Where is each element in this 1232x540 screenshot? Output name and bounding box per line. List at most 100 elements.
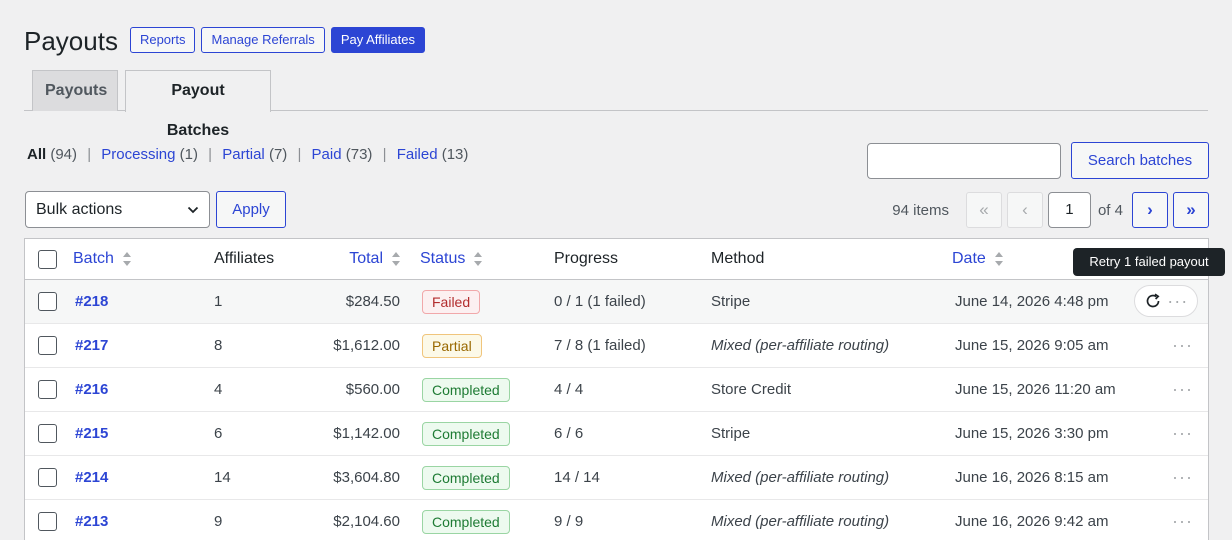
affiliates-cell: 8 bbox=[214, 337, 223, 354]
status-badge: Completed bbox=[422, 421, 510, 446]
retry-icon[interactable] bbox=[1144, 292, 1162, 310]
more-actions-icon[interactable]: ··· bbox=[1167, 291, 1188, 312]
filter-failed[interactable]: Failed bbox=[397, 146, 438, 163]
sort-icon bbox=[392, 252, 400, 266]
more-actions-icon[interactable]: ··· bbox=[1172, 335, 1193, 356]
pagination: 94 items « ‹ 1 of 4 › » bbox=[892, 192, 1209, 228]
first-page-button[interactable]: « bbox=[965, 192, 1002, 228]
table-row[interactable]: #216 4 $560.00 Completed 4 / 4 Store Cre… bbox=[25, 368, 1208, 412]
batch-link[interactable]: #217 bbox=[75, 337, 108, 354]
sort-icon bbox=[474, 252, 483, 266]
items-count: 94 items bbox=[892, 201, 949, 219]
progress-cell: 6 / 6 bbox=[554, 425, 584, 442]
last-page-button[interactable]: » bbox=[1173, 192, 1209, 228]
pay-affiliates-button[interactable]: Pay Affiliates bbox=[330, 26, 426, 53]
affiliates-cell: 4 bbox=[214, 381, 223, 398]
filter-all[interactable]: All bbox=[27, 146, 46, 163]
status-badge: Completed bbox=[422, 465, 510, 490]
affiliates-cell: 6 bbox=[214, 425, 223, 442]
row-checkbox[interactable] bbox=[38, 468, 57, 487]
affiliates-cell: 1 bbox=[214, 293, 223, 310]
method-cell: Mixed (per-affiliate routing) bbox=[711, 513, 890, 530]
column-status[interactable]: Status bbox=[420, 239, 483, 279]
date-cell: June 16, 2026 9:42 am bbox=[955, 513, 1109, 530]
progress-cell: 7 / 8 (1 failed) bbox=[554, 337, 646, 354]
method-cell: Store Credit bbox=[711, 381, 792, 398]
next-page-button[interactable]: › bbox=[1132, 192, 1168, 228]
filter-partial-count: (7) bbox=[268, 146, 288, 163]
batch-link[interactable]: #214 bbox=[75, 469, 108, 486]
table-header: Batch Affiliates Total Status Progress M… bbox=[25, 239, 1208, 280]
total-cell: $3,604.80 bbox=[333, 469, 400, 486]
total-pages: of 4 bbox=[1097, 201, 1123, 219]
filter-paid[interactable]: Paid bbox=[312, 146, 342, 163]
column-date[interactable]: Date bbox=[952, 239, 1004, 279]
more-actions-icon[interactable]: ··· bbox=[1172, 423, 1193, 444]
tab-payouts[interactable]: Payouts bbox=[32, 70, 118, 111]
method-cell: Mixed (per-affiliate routing) bbox=[711, 469, 890, 486]
search-input[interactable] bbox=[867, 143, 1061, 179]
filter-all-count: (94) bbox=[50, 146, 78, 163]
more-actions-icon[interactable]: ··· bbox=[1172, 379, 1193, 400]
column-total[interactable]: Total bbox=[325, 239, 401, 279]
status-badge: Partial bbox=[422, 333, 482, 358]
method-cell: Stripe bbox=[711, 293, 751, 310]
batch-link[interactable]: #218 bbox=[75, 293, 108, 310]
date-cell: June 16, 2026 8:15 am bbox=[955, 469, 1109, 486]
more-actions-icon[interactable]: ··· bbox=[1172, 467, 1193, 488]
table-row[interactable]: #215 6 $1,142.00 Completed 6 / 6 Stripe … bbox=[25, 412, 1208, 456]
apply-button[interactable]: Apply bbox=[216, 191, 286, 228]
row-checkbox[interactable] bbox=[38, 336, 57, 355]
filter-failed-count: (13) bbox=[441, 146, 469, 163]
batch-link[interactable]: #216 bbox=[75, 381, 108, 398]
row-checkbox[interactable] bbox=[38, 380, 57, 399]
sort-icon bbox=[122, 252, 131, 266]
prev-page-button[interactable]: ‹ bbox=[1006, 192, 1043, 228]
table-row[interactable]: #213 9 $2,104.60 Completed 9 / 9 Mixed (… bbox=[25, 500, 1208, 540]
current-page-input[interactable]: 1 bbox=[1047, 192, 1091, 228]
affiliates-cell: 14 bbox=[214, 469, 231, 486]
batch-link[interactable]: #215 bbox=[75, 425, 108, 442]
status-badge: Completed bbox=[422, 509, 510, 534]
retry-tooltip: Retry 1 failed payout bbox=[1073, 248, 1225, 276]
batch-link[interactable]: #213 bbox=[75, 513, 108, 530]
status-badge: Completed bbox=[422, 377, 510, 402]
filter-partial[interactable]: Partial bbox=[222, 146, 265, 163]
date-cell: June 15, 2026 9:05 am bbox=[955, 337, 1109, 354]
filter-processing[interactable]: Processing bbox=[101, 146, 175, 163]
date-cell: June 14, 2026 4:48 pm bbox=[955, 293, 1109, 310]
method-cell: Stripe bbox=[711, 425, 751, 442]
total-cell: $1,142.00 bbox=[333, 425, 400, 442]
column-batch[interactable]: Batch bbox=[73, 239, 132, 279]
page-header: Payouts Reports Manage Referrals Pay Aff… bbox=[24, 22, 426, 57]
progress-cell: 4 / 4 bbox=[554, 381, 584, 398]
tab-bar: Payouts Payout Batches bbox=[24, 70, 1208, 139]
chevron-down-icon bbox=[187, 206, 199, 214]
status-filters: All (94) | Processing (1) | Partial (7) … bbox=[27, 146, 469, 163]
filter-paid-count: (73) bbox=[345, 146, 373, 163]
manage-referrals-button[interactable]: Manage Referrals bbox=[201, 26, 325, 53]
bulk-actions-value: Bulk actions bbox=[36, 201, 123, 218]
column-method: Method bbox=[711, 250, 765, 267]
table-row[interactable]: #218 1 $284.50 Failed 0 / 1 (1 failed) S… bbox=[25, 280, 1208, 324]
bulk-actions-select[interactable]: Bulk actions bbox=[25, 191, 210, 228]
status-badge: Failed bbox=[422, 289, 481, 314]
date-cell: June 15, 2026 11:20 am bbox=[955, 381, 1116, 398]
filter-processing-count: (1) bbox=[179, 146, 198, 163]
search-batches-button[interactable]: Search batches bbox=[1071, 142, 1209, 179]
select-all-checkbox[interactable] bbox=[38, 249, 57, 269]
total-cell: $560.00 bbox=[345, 381, 400, 398]
row-checkbox[interactable] bbox=[38, 424, 57, 443]
table-row[interactable]: #217 8 $1,612.00 Partial 7 / 8 (1 failed… bbox=[25, 324, 1208, 368]
table-row[interactable]: #214 14 $3,604.80 Completed 14 / 14 Mixe… bbox=[25, 456, 1208, 500]
row-checkbox[interactable] bbox=[38, 512, 57, 531]
tab-payout-batches[interactable]: Payout Batches bbox=[125, 70, 271, 139]
progress-cell: 9 / 9 bbox=[554, 513, 584, 530]
sort-icon bbox=[994, 252, 1003, 266]
total-cell: $2,104.60 bbox=[333, 513, 400, 530]
reports-button[interactable]: Reports bbox=[129, 26, 196, 53]
progress-cell: 14 / 14 bbox=[554, 469, 600, 486]
column-progress: Progress bbox=[554, 250, 619, 267]
more-actions-icon[interactable]: ··· bbox=[1172, 511, 1193, 532]
row-checkbox[interactable] bbox=[38, 292, 57, 311]
